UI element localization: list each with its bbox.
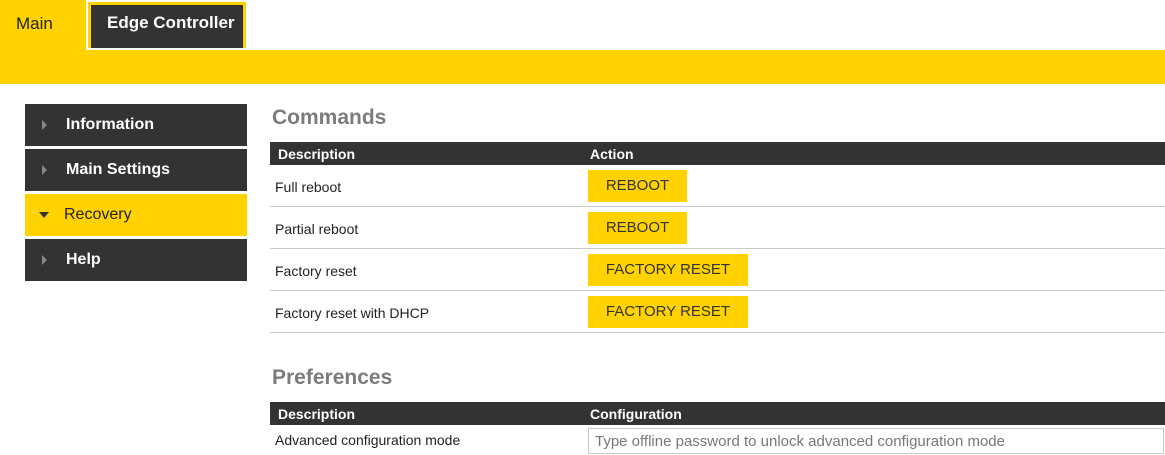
commands-table-header: Description Action: [270, 142, 1165, 165]
table-row: Factory reset FACTORY RESET: [270, 249, 1165, 291]
column-header-action: Action: [590, 146, 634, 162]
sidebar-item-information[interactable]: Information: [25, 104, 247, 146]
table-row: Partial reboot REBOOT: [270, 207, 1165, 249]
offline-password-input[interactable]: [588, 428, 1164, 454]
tab-edge-controller-label: Edge Controller: [107, 13, 235, 32]
factory-reset-button[interactable]: FACTORY RESET: [588, 254, 748, 286]
column-header-description: Description: [278, 406, 356, 422]
sidebar-item-label: Help: [66, 251, 101, 268]
chevron-right-icon: [42, 120, 47, 130]
row-description: Factory reset: [275, 263, 357, 279]
sidebar-item-label: Information: [66, 116, 154, 133]
row-description: Partial reboot: [275, 221, 359, 237]
row-description: Advanced configuration mode: [275, 432, 461, 448]
chevron-down-icon: [39, 212, 49, 218]
preferences-table: Description Configuration Advanced confi…: [270, 402, 1165, 455]
row-description: Full reboot: [275, 179, 342, 195]
preferences-title: Preferences: [272, 366, 393, 389]
tab-main-label: Main: [16, 14, 53, 33]
table-row: Advanced configuration mode: [270, 425, 1165, 455]
header-band: [0, 50, 1165, 84]
partial-reboot-button[interactable]: REBOOT: [588, 212, 687, 244]
sidebar-item-help[interactable]: Help: [25, 239, 247, 281]
sidebar: Information Main Settings Recovery Help: [25, 104, 247, 284]
sidebar-item-label: Main Settings: [66, 161, 171, 178]
preferences-table-header: Description Configuration: [270, 402, 1165, 425]
commands-title: Commands: [272, 106, 387, 129]
column-header-description: Description: [278, 146, 356, 162]
tab-main[interactable]: Main: [0, 0, 86, 50]
table-row: Full reboot REBOOT: [270, 165, 1165, 207]
factory-reset-dhcp-button[interactable]: FACTORY RESET: [588, 296, 748, 328]
full-reboot-button[interactable]: REBOOT: [588, 170, 687, 202]
tab-edge-controller[interactable]: Edge Controller: [88, 2, 246, 48]
commands-table: Description Action Full reboot REBOOT Pa…: [270, 142, 1165, 333]
chevron-right-icon: [42, 255, 47, 265]
sidebar-item-main-settings[interactable]: Main Settings: [25, 149, 247, 191]
table-row: Factory reset with DHCP FACTORY RESET: [270, 291, 1165, 333]
row-description: Factory reset with DHCP: [275, 305, 430, 321]
column-header-configuration: Configuration: [590, 406, 682, 422]
top-tab-bar: Main Edge Controller: [0, 0, 1165, 50]
chevron-right-icon: [42, 165, 47, 175]
sidebar-item-label: Recovery: [64, 206, 132, 223]
sidebar-item-recovery[interactable]: Recovery: [25, 194, 247, 236]
